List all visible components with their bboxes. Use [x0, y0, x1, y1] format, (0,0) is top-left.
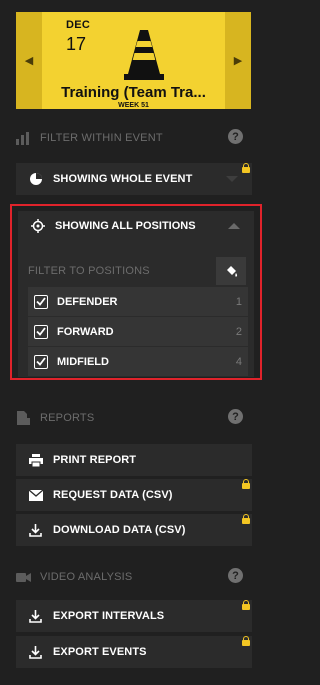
export-events-button[interactable]: EXPORT EVENTS [16, 636, 252, 668]
export-intervals-button[interactable]: EXPORT INTERVALS [16, 600, 252, 632]
positions-panel: SHOWING ALL POSITIONS FILTER TO POSITION… [18, 211, 254, 377]
event-month: DEC [66, 19, 91, 31]
checkbox-checked-icon[interactable] [34, 324, 48, 339]
print-report-button[interactable]: PRINT REPORT [16, 444, 252, 476]
filter-section-label: FILTER WITHIN EVENT [40, 132, 163, 144]
lock-icon [242, 163, 250, 173]
chevron-left-icon: ◀ [24, 55, 34, 67]
position-count: 1 [235, 295, 242, 308]
event-week: WEEK 51 [118, 102, 149, 109]
showing-whole-event-row[interactable]: SHOWING WHOLE EVENT [16, 163, 252, 195]
position-name: FORWARD [57, 325, 114, 338]
download-data-csv-button[interactable]: DOWNLOAD DATA (CSV) [16, 514, 252, 546]
showing-all-positions-row[interactable]: SHOWING ALL POSITIONS [18, 211, 254, 241]
help-icon[interactable]: ? [228, 568, 243, 583]
download-data-csv-label: DOWNLOAD DATA (CSV) [53, 524, 186, 536]
position-count: 4 [235, 355, 242, 368]
lock-icon [242, 636, 250, 646]
showing-all-positions-label: SHOWING ALL POSITIONS [55, 220, 196, 232]
request-data-csv-label: REQUEST DATA (CSV) [53, 489, 173, 501]
envelope-icon [28, 488, 43, 502]
request-data-csv-button[interactable]: REQUEST DATA (CSV) [16, 479, 252, 511]
lock-icon [242, 514, 250, 524]
event-title: Training (Team Tra... [61, 84, 206, 101]
filter-bars-icon [16, 131, 32, 145]
filter-to-positions-label: FILTER TO POSITIONS [28, 265, 150, 277]
download-icon [28, 609, 43, 623]
paint-bucket-icon [226, 265, 237, 277]
position-name: DEFENDER [57, 295, 118, 308]
export-intervals-label: EXPORT INTERVALS [53, 610, 165, 622]
export-events-label: EXPORT EVENTS [53, 646, 147, 658]
position-row-midfield[interactable]: MIDFIELD 4 [28, 347, 248, 376]
caret-down-icon [226, 176, 238, 182]
position-name: MIDFIELD [57, 355, 109, 368]
position-row-forward[interactable]: FORWARD 2 [28, 317, 248, 346]
crosshair-icon [30, 219, 45, 233]
previous-event-button[interactable]: ◀ [16, 12, 42, 109]
help-icon[interactable]: ? [228, 409, 243, 424]
positions-panel-highlight: SHOWING ALL POSITIONS FILTER TO POSITION… [10, 204, 262, 380]
checkbox-checked-icon[interactable] [34, 354, 48, 369]
print-report-label: PRINT REPORT [53, 454, 137, 466]
pie-chart-icon [28, 172, 43, 186]
training-cone-icon [124, 30, 164, 80]
lock-icon [242, 600, 250, 610]
next-event-button[interactable]: ▶ [225, 12, 251, 109]
help-icon[interactable]: ? [228, 129, 243, 144]
download-icon [28, 523, 43, 537]
caret-up-icon [228, 223, 240, 229]
printer-icon [28, 453, 43, 467]
clear-filter-button[interactable] [216, 257, 246, 285]
position-row-defender[interactable]: DEFENDER 1 [28, 287, 248, 316]
video-analysis-section-label: VIDEO ANALYSIS [40, 571, 133, 583]
reports-section-header: REPORTS ? [16, 407, 252, 429]
position-count: 2 [235, 325, 242, 338]
video-camera-icon [16, 570, 32, 584]
showing-whole-event-label: SHOWING WHOLE EVENT [53, 173, 193, 185]
filter-section-header: FILTER WITHIN EVENT ? [16, 127, 252, 149]
download-icon [28, 645, 43, 659]
lock-icon [242, 479, 250, 489]
reports-section-label: REPORTS [40, 412, 95, 424]
checkbox-checked-icon[interactable] [34, 294, 48, 309]
reports-document-icon [16, 411, 32, 425]
video-analysis-section-header: VIDEO ANALYSIS ? [16, 566, 252, 588]
event-day: 17 [66, 34, 87, 54]
event-card[interactable]: ◀ DEC 17 Training (Team Tra... WEEK 51 ▶ [16, 12, 251, 109]
chevron-right-icon: ▶ [233, 55, 243, 67]
